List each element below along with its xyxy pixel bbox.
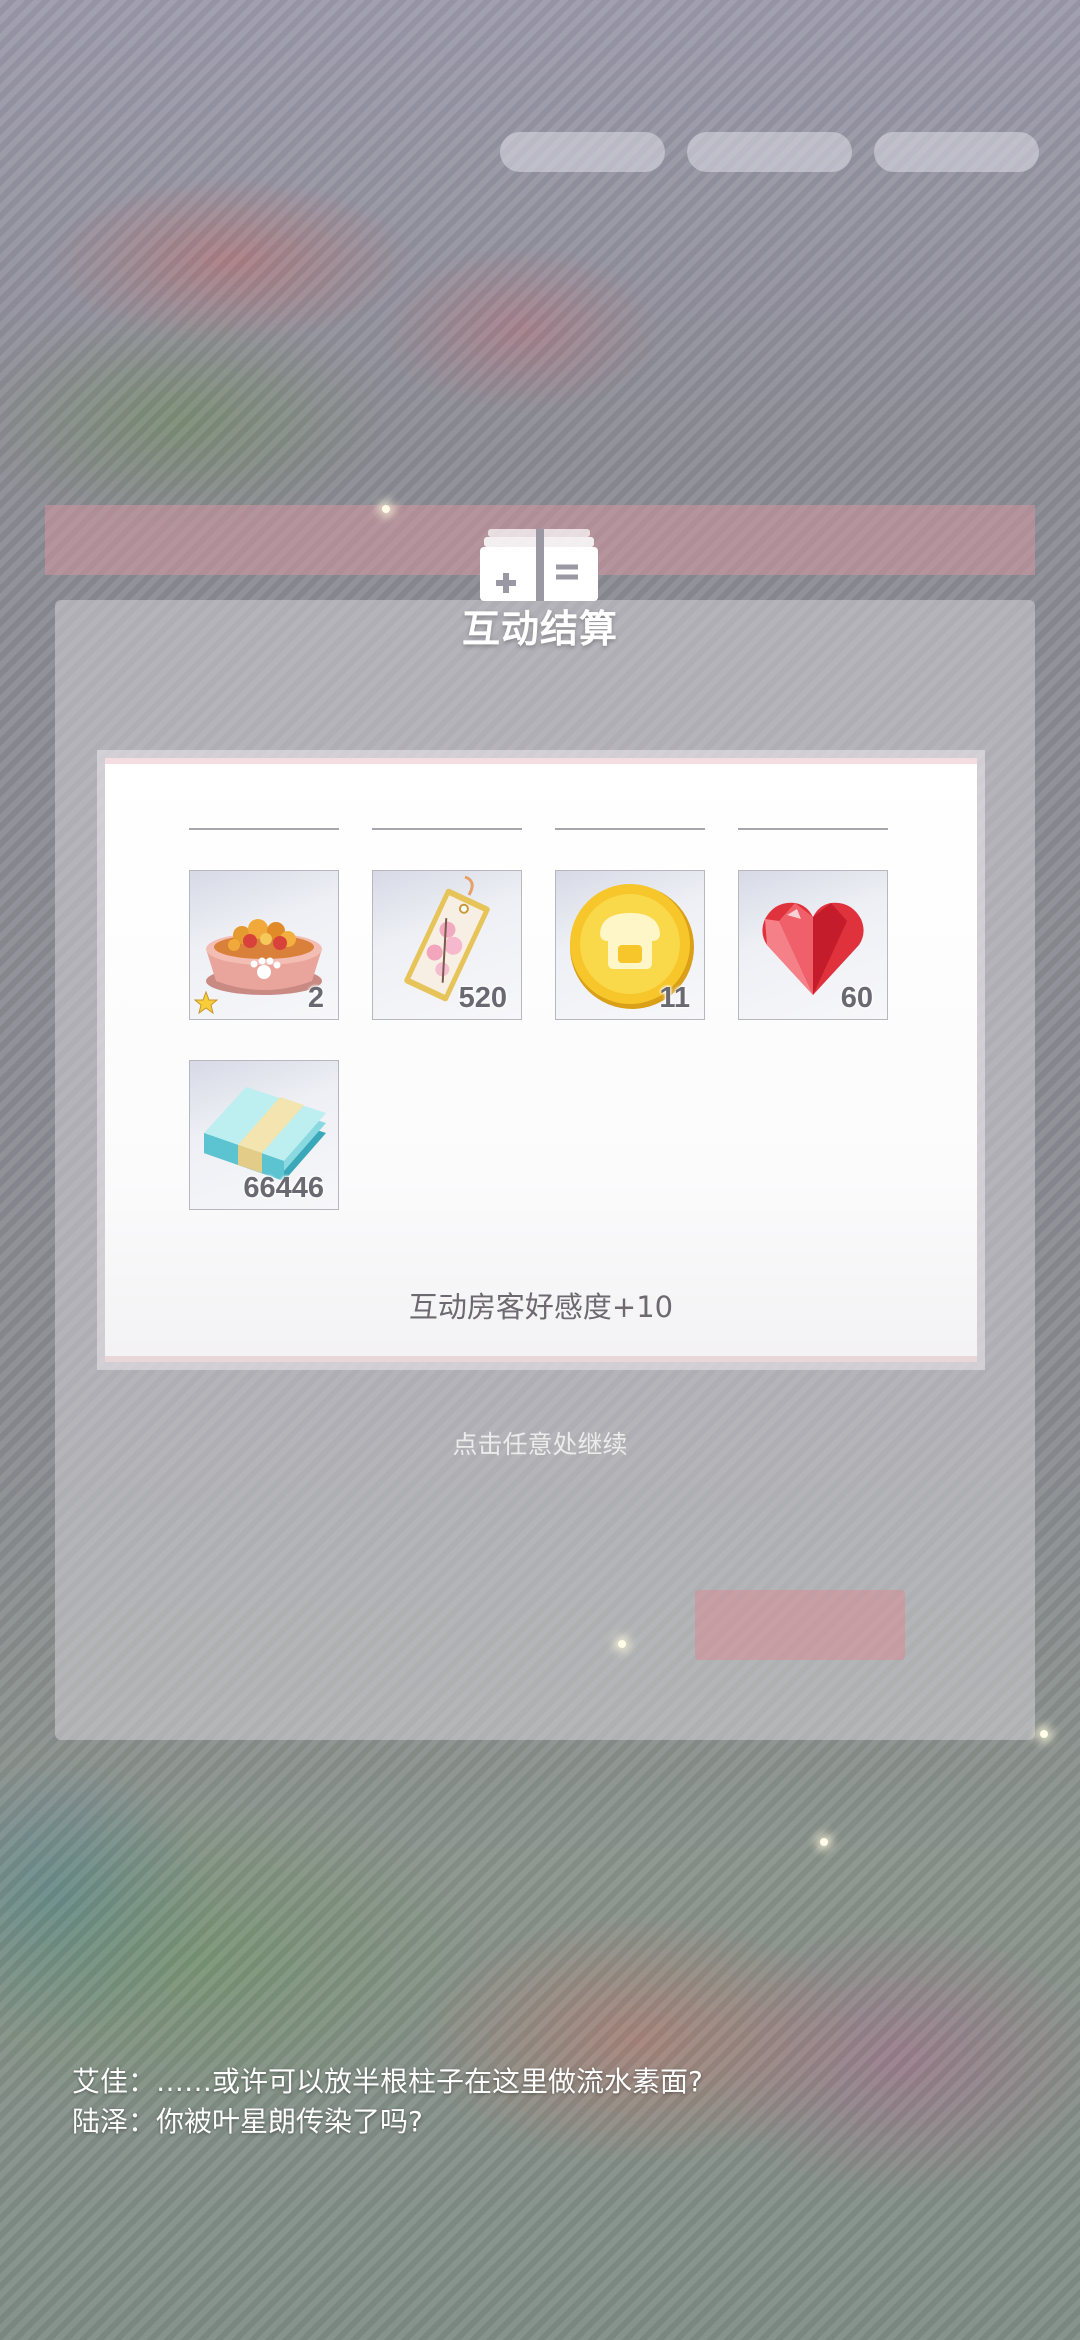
- item-count: 60: [840, 982, 873, 1014]
- affinity-gain-text: 互动房客好感度+10: [408, 1290, 674, 1324]
- star-icon: [194, 991, 218, 1015]
- reward-item-pet-food[interactable]: 2: [189, 870, 339, 1020]
- reward-item-heart-gem[interactable]: 60: [738, 870, 888, 1020]
- settlement-icon: [480, 529, 598, 601]
- reward-item-bookmark[interactable]: 520: [372, 870, 522, 1020]
- dialog-line: 陆泽：你被叶星朗传染了吗?: [72, 2105, 423, 2138]
- reward-panel: 2 520 11 60 66446 互动房客好感度+10: [105, 758, 977, 1362]
- tap-to-continue-hint: 点击任意处继续: [452, 1430, 628, 1459]
- item-count: 66446: [243, 1172, 324, 1204]
- item-count: 520: [458, 982, 507, 1014]
- reward-items: 2 520 11 60 66446: [189, 870, 889, 1210]
- reward-item-cash[interactable]: 66446: [189, 1060, 339, 1210]
- item-count: 11: [659, 982, 690, 1014]
- story-dialog: 艾佳：……或许可以放半根柱子在这里做流水素面? 陆泽：你被叶星朗传染了吗?: [72, 2062, 703, 2142]
- dialog-line: 艾佳：……或许可以放半根柱子在这里做流水素面?: [72, 2065, 703, 2098]
- slot-dividers: [189, 828, 888, 830]
- item-count: 2: [307, 982, 324, 1014]
- settlement-title: 互动结算: [461, 607, 618, 651]
- reward-item-coin[interactable]: 11: [555, 870, 705, 1020]
